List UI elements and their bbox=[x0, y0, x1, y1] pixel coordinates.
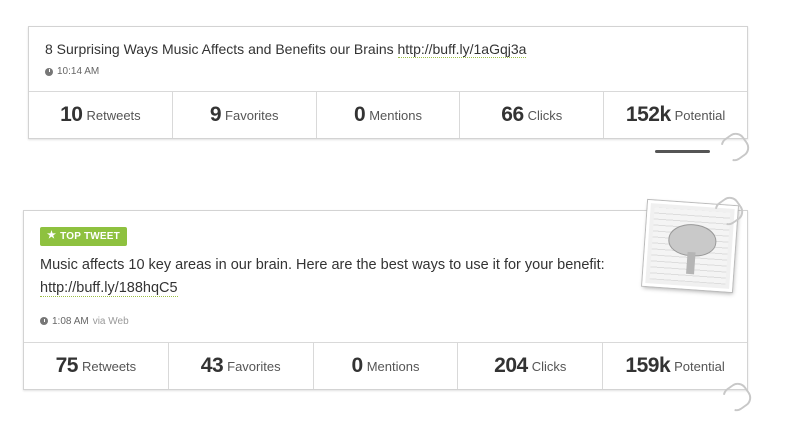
stat-label: Clicks bbox=[527, 107, 563, 123]
star-icon: ★ bbox=[47, 230, 57, 241]
tweet-time: 1:08 AM bbox=[52, 315, 89, 327]
top-tweet-badge: ★ TOP TWEET bbox=[40, 226, 127, 246]
stat-clicks[interactable]: 66 Clicks bbox=[459, 92, 603, 138]
stat-label: Mentions bbox=[369, 107, 422, 123]
tweet-text-content: Music affects 10 key areas in our brain.… bbox=[40, 256, 605, 273]
stat-value: 204 bbox=[494, 354, 528, 377]
slot-icon bbox=[655, 150, 710, 153]
tweet-card: 8 Surprising Ways Music Affects and Bene… bbox=[28, 26, 748, 139]
stat-favorites[interactable]: 9 Favorites bbox=[171, 92, 316, 138]
stat-label: Mentions bbox=[366, 358, 420, 374]
stat-retweets[interactable]: 75 Retweets bbox=[24, 343, 168, 389]
stat-label: Retweets bbox=[81, 358, 137, 374]
tweet-text: 8 Surprising Ways Music Affects and Bene… bbox=[45, 39, 731, 60]
stat-value: 10 bbox=[60, 103, 83, 126]
stat-mentions[interactable]: 0 Mentions bbox=[315, 92, 460, 138]
stat-value: 9 bbox=[209, 103, 222, 126]
badge-label: TOP TWEET bbox=[60, 230, 120, 242]
stat-value: 75 bbox=[55, 354, 79, 377]
stat-label: Potential bbox=[674, 107, 726, 123]
tweet-meta: 1:08 AM via Web bbox=[40, 316, 731, 327]
stat-value: 159k bbox=[625, 354, 671, 377]
stats-bar: 75 Retweets 43 Favorites 0 Mentions 204 Clic… bbox=[24, 342, 747, 389]
stat-retweets[interactable]: 10 Retweets bbox=[29, 92, 172, 138]
tweet-card: ★ TOP TWEET Music affects 10 key areas i… bbox=[23, 210, 748, 390]
stat-label: Potential bbox=[674, 358, 725, 374]
stat-value: 66 bbox=[501, 103, 524, 126]
stats-bar: 10 Retweets 9 Favorites 0 Mentions 66 Clicks… bbox=[29, 91, 747, 138]
stat-clicks[interactable]: 204 Clicks bbox=[457, 343, 602, 389]
tweet-time: 10:14 AM bbox=[57, 66, 100, 77]
stat-value: 0 bbox=[354, 103, 366, 126]
tweet-link[interactable]: http://buff.ly/188hqC5 bbox=[40, 279, 178, 297]
brain-stem-shape bbox=[686, 251, 696, 275]
stat-mentions[interactable]: 0 Mentions bbox=[312, 343, 458, 389]
tweet-via: via Web bbox=[92, 315, 129, 327]
tweet-link[interactable]: http://buff.ly/1aGqj3a bbox=[397, 41, 527, 58]
tweet-text-content: 8 Surprising Ways Music Affects and Bene… bbox=[45, 41, 398, 57]
stat-potential[interactable]: 152k Potential bbox=[603, 92, 747, 138]
stat-favorites[interactable]: 43 Favorites bbox=[167, 343, 313, 389]
stat-value: 0 bbox=[351, 354, 364, 377]
tweet-text: Music affects 10 key areas in our brain.… bbox=[40, 254, 620, 300]
stat-potential[interactable]: 159k Potential bbox=[602, 343, 747, 389]
stat-label: Favorites bbox=[227, 358, 281, 374]
stat-value: 43 bbox=[200, 354, 224, 377]
clock-icon bbox=[40, 317, 48, 325]
stat-label: Favorites bbox=[225, 107, 279, 123]
stat-label: Clicks bbox=[531, 358, 567, 374]
stat-label: Retweets bbox=[86, 107, 141, 123]
clock-icon bbox=[45, 67, 53, 76]
tweet-body: ★ TOP TWEET Music affects 10 key areas i… bbox=[24, 211, 747, 327]
tweet-meta: 10:14 AM bbox=[45, 66, 731, 77]
stat-value: 152k bbox=[625, 103, 671, 126]
tweet-body: 8 Surprising Ways Music Affects and Bene… bbox=[29, 27, 747, 77]
